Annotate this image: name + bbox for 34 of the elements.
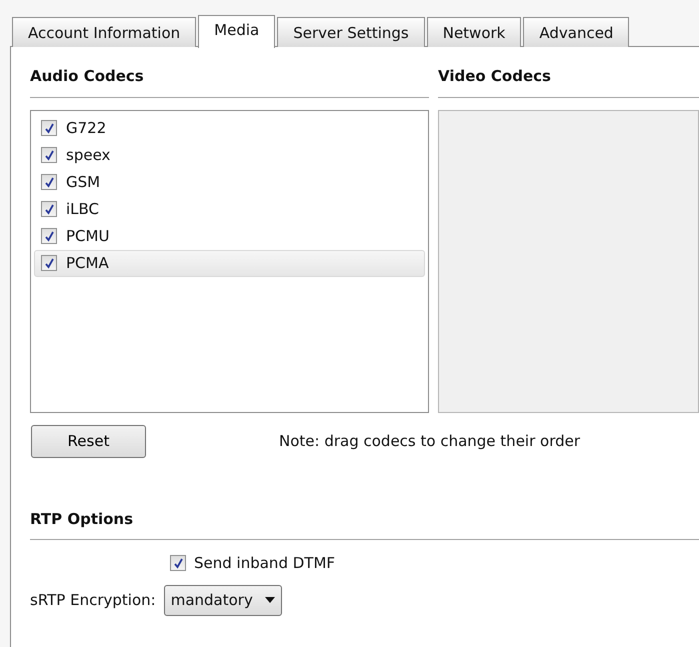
reset-button[interactable]: Reset [31, 424, 146, 458]
codec-row[interactable]: iLBC [34, 196, 425, 222]
codec-row[interactable]: GSM [34, 168, 425, 196]
tab[interactable]: Advanced [523, 17, 630, 47]
section-heading: Audio Codecs [30, 65, 429, 98]
srtp-encryption-label: sRTP Encryption: [30, 590, 156, 611]
caret-icon [264, 597, 275, 603]
codec-name: speex [66, 144, 110, 166]
codec-name: G722 [66, 118, 106, 139]
codec-name: GSM [66, 172, 100, 193]
tab[interactable]: Media [198, 15, 276, 48]
audio-codec-list[interactable]: G722 speex GSM iLBC PCMU PCMA [30, 110, 429, 412]
codec-row[interactable]: speex [34, 142, 425, 168]
codec-name: PCMU [66, 226, 110, 247]
checkbox[interactable] [41, 228, 57, 244]
note-text: Note: drag codecs to change their order [279, 430, 580, 452]
section-heading: RTP Options [30, 508, 699, 540]
tab[interactable]: Network [426, 17, 522, 47]
section-heading: Video Codecs [438, 65, 699, 98]
checkbox-label: Send inband DTMF [194, 553, 336, 574]
codec-name: PCMA [66, 252, 109, 274]
checkbox[interactable] [41, 147, 57, 163]
codec-name: iLBC [66, 198, 100, 220]
srtp-encryption-dropdown[interactable]: mandatory [164, 584, 282, 616]
tab[interactable]: Server Settings [277, 17, 425, 47]
codec-row[interactable]: PCMU [34, 222, 425, 250]
checkbox[interactable] [41, 174, 57, 190]
checkbox[interactable] [41, 120, 57, 136]
checkbox[interactable] [170, 555, 186, 572]
checkbox[interactable] [41, 201, 57, 217]
codec-row[interactable]: G722 [34, 114, 425, 142]
codec-row[interactable]: PCMA [34, 250, 425, 276]
checkbox[interactable] [41, 255, 57, 271]
tab[interactable]: Account Information [12, 17, 196, 47]
